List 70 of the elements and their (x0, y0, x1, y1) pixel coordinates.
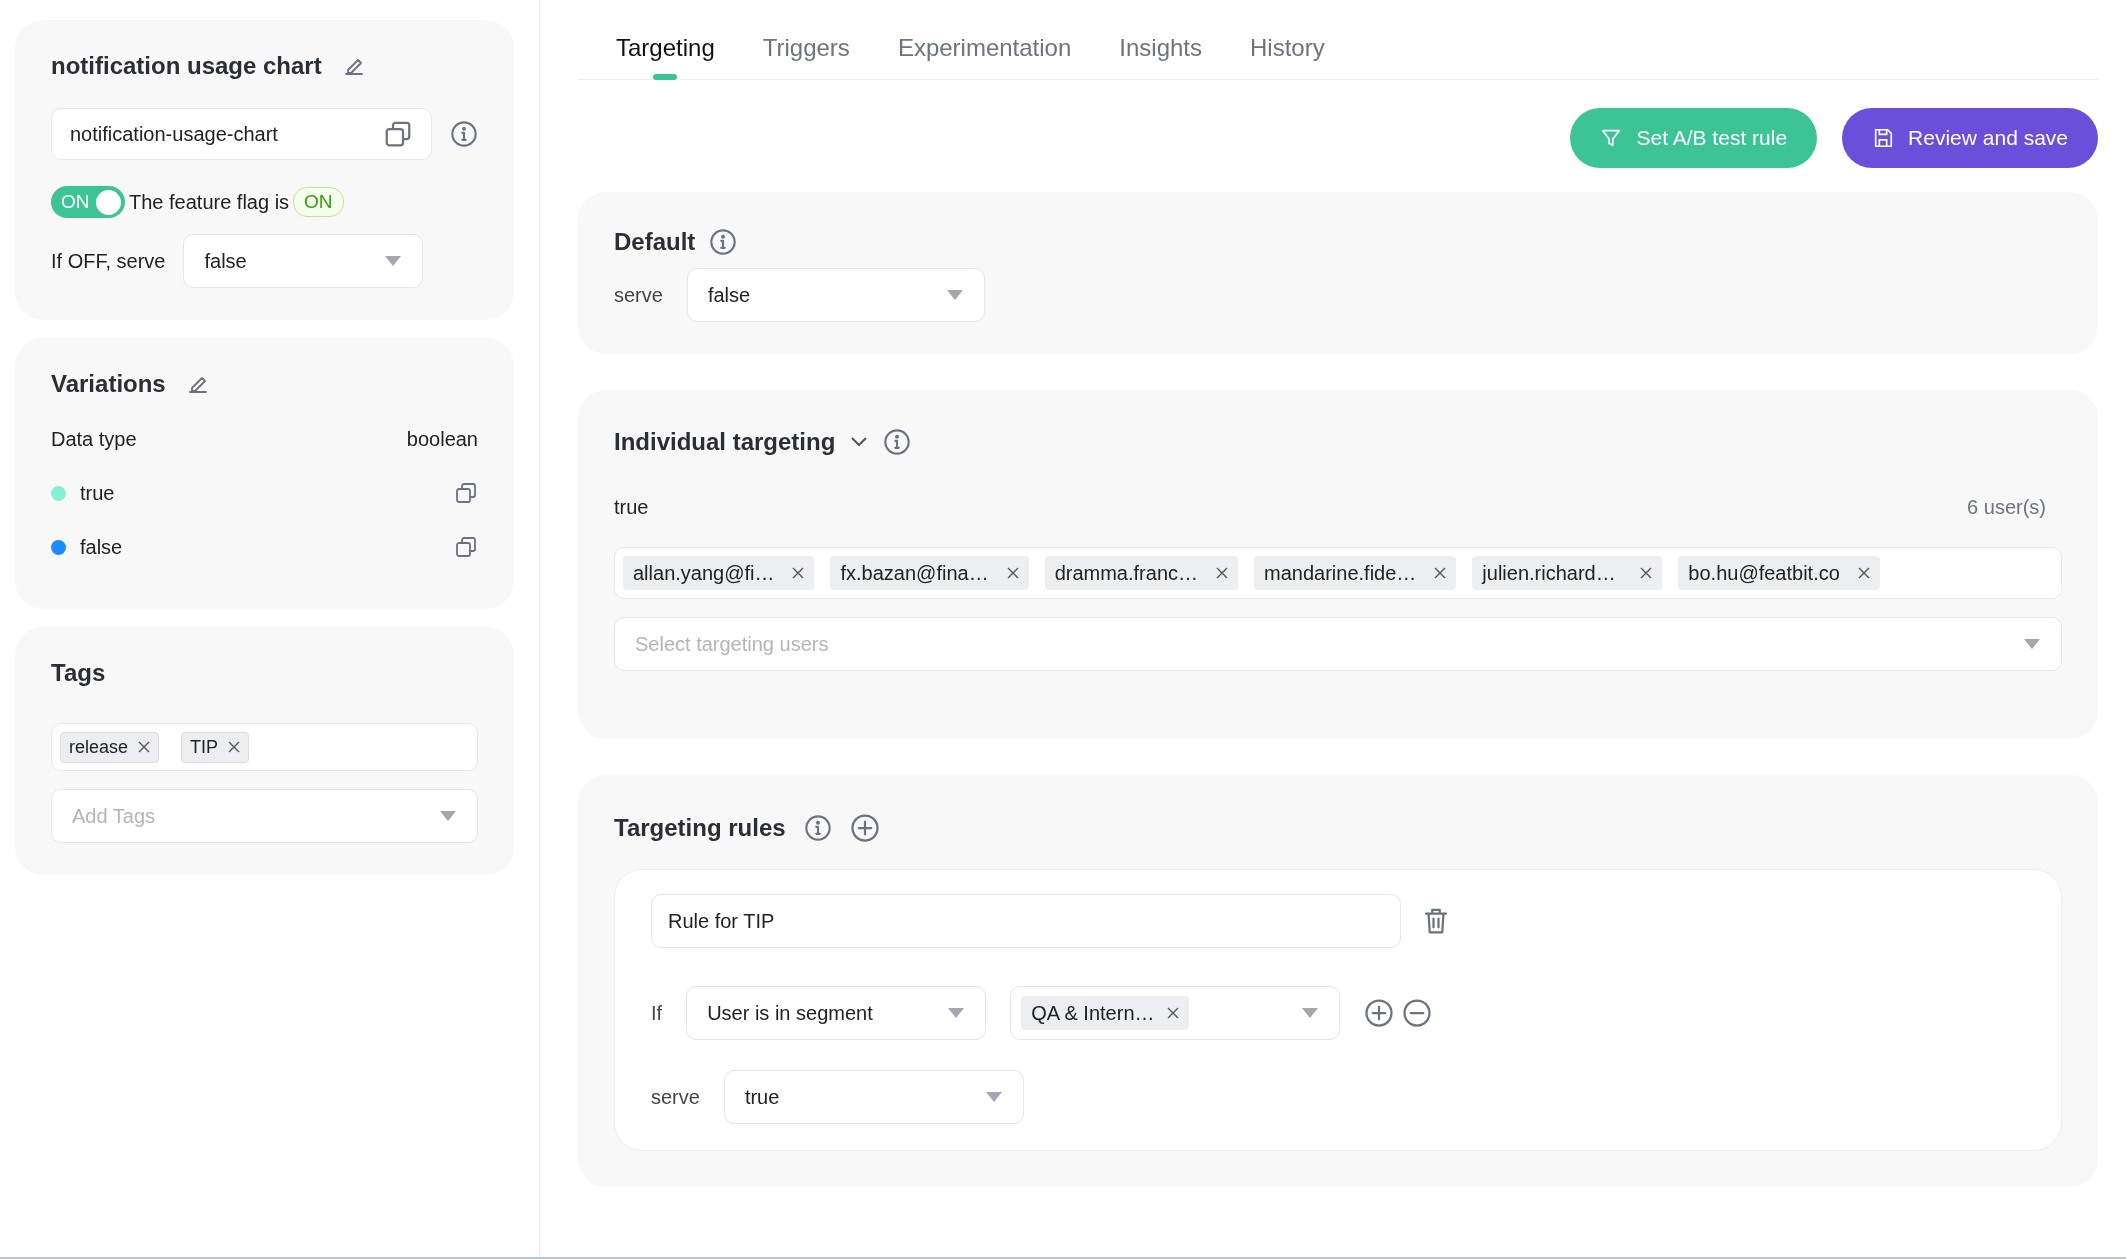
info-icon[interactable] (709, 228, 738, 256)
status-badge: ON (293, 187, 344, 217)
info-icon[interactable] (803, 814, 832, 842)
info-icon[interactable] (450, 120, 478, 148)
individual-title: Individual targeting (614, 428, 836, 456)
caret-icon[interactable] (984, 1091, 1003, 1103)
tab[interactable]: Experimentation (897, 34, 1072, 76)
caret-icon[interactable] (439, 810, 457, 822)
close-icon[interactable] (1216, 567, 1228, 579)
caret-icon[interactable] (945, 289, 964, 301)
tags-field[interactable]: release TIP (51, 723, 478, 771)
save-icon (1872, 127, 1895, 149)
tags-title: Tags (51, 659, 107, 687)
condition-select[interactable]: User is in segment (686, 986, 987, 1040)
off-serve-select[interactable]: false (183, 234, 424, 288)
tag: TIP (181, 731, 250, 763)
key-field[interactable]: notification-usage-chart (51, 108, 432, 160)
close-icon[interactable] (1857, 567, 1870, 579)
close-icon[interactable] (228, 741, 241, 753)
copy-icon[interactable] (383, 119, 413, 149)
rule-serve-select[interactable]: true (723, 1070, 1024, 1124)
variations-title: Variations (51, 370, 166, 398)
add-icon[interactable] (849, 813, 880, 843)
variation-label: true (614, 496, 649, 519)
tab[interactable]: Insights (1119, 34, 1203, 76)
flag-name: notification usage chart (51, 52, 322, 80)
close-icon[interactable] (1166, 1007, 1179, 1019)
tag: release (60, 731, 160, 763)
if-label: If (651, 1001, 663, 1025)
copy-icon[interactable] (454, 481, 478, 505)
off-serve-label: If OFF, serve (51, 249, 166, 273)
user-tag: fx.bazan@fina… (830, 556, 1029, 590)
user-tag: dramma.franc… (1044, 556, 1238, 590)
tab[interactable]: Triggers (762, 34, 850, 76)
user-count: 6 user(s) (1967, 496, 2046, 519)
user-tag: allan.yang@fi… (623, 556, 815, 590)
data-type-label: Data type (51, 428, 137, 451)
data-type-value: boolean (406, 428, 478, 451)
caret-icon[interactable] (947, 1007, 966, 1019)
serve-label: serve (651, 1085, 700, 1109)
close-icon[interactable] (138, 741, 151, 753)
info-icon[interactable] (883, 428, 912, 456)
user-tag: julien.richard… (1472, 556, 1663, 590)
add-icon[interactable] (1364, 998, 1395, 1028)
tab[interactable]: History (1250, 34, 1325, 76)
variation-value: true (80, 481, 116, 505)
close-icon[interactable] (1640, 567, 1653, 579)
close-icon[interactable] (1006, 567, 1019, 579)
caret-icon[interactable] (1301, 1007, 1320, 1019)
close-icon[interactable] (792, 567, 805, 579)
funnel-icon (1600, 127, 1623, 149)
rule-name-field[interactable]: Rule for TIP (651, 894, 1401, 948)
review-save-button[interactable]: Review and save (1842, 108, 2098, 168)
chevron-down-icon[interactable] (849, 435, 870, 449)
close-icon[interactable] (1434, 567, 1447, 579)
user-tag: mandarine.fide… (1254, 556, 1457, 590)
default-serve-select[interactable]: false (686, 268, 985, 322)
remove-icon[interactable] (1402, 998, 1433, 1028)
caret-icon[interactable] (2023, 638, 2041, 650)
variation-value: false (80, 535, 124, 559)
rules-title: Targeting rules (614, 814, 786, 842)
default-title: Default (614, 228, 696, 256)
caret-icon[interactable] (384, 255, 403, 267)
user-tag: bo.hu@featbit.co (1678, 556, 1880, 590)
users-field[interactable]: allan.yang@fi… fx.bazan@fina… dramma.franc… mandarine.fide… julien.richard… bo.hu@featbit.co (614, 547, 2062, 599)
status-text: The feature flag is (129, 190, 290, 214)
serve-label: serve (614, 283, 663, 307)
copy-icon[interactable] (454, 535, 478, 559)
segment-tag: QA & Intern… (1021, 996, 1189, 1030)
segment-select[interactable]: QA & Intern… (1010, 986, 1341, 1040)
